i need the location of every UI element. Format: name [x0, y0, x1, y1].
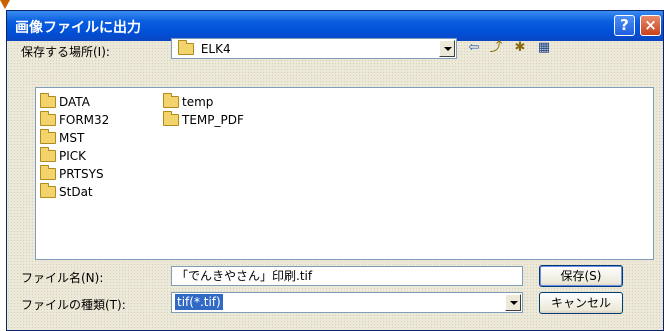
folder-icon: [40, 93, 56, 108]
folder-icon: [40, 165, 56, 180]
list-item[interactable]: TEMP_PDF: [163, 111, 244, 128]
corner-marker: [0, 0, 10, 9]
filename-label: ファイル名(N):: [21, 271, 104, 285]
location-combo[interactable]: ELK4: [171, 38, 457, 59]
list-item[interactable]: temp: [163, 93, 213, 110]
folder-icon: [163, 111, 179, 126]
up-folder-icon[interactable]: ⤴: [487, 40, 505, 56]
save-dialog: 画像ファイルに出力 ? × 保存する場所(I): ELK4 ⇦ ⤴ ✱ ▦ DA…: [6, 10, 664, 331]
filetype-select[interactable]: tif(*.tif): [171, 292, 523, 313]
filetype-dropdown-arrow[interactable]: [505, 294, 521, 311]
list-item[interactable]: PICK: [40, 147, 86, 164]
close-button[interactable]: ×: [640, 15, 661, 36]
folder-icon: [40, 129, 56, 144]
folder-icon: [40, 183, 56, 198]
help-button[interactable]: ?: [614, 15, 635, 36]
list-item[interactable]: MST: [40, 129, 84, 146]
location-dropdown-arrow[interactable]: [439, 40, 455, 57]
location-value: ELK4: [200, 42, 231, 56]
cancel-button[interactable]: キャンセル: [539, 292, 623, 314]
list-item[interactable]: DATA: [40, 93, 90, 110]
list-item[interactable]: PRTSYS: [40, 165, 104, 182]
filetype-value: tif(*.tif): [175, 294, 223, 310]
folder-icon: [40, 111, 56, 126]
location-label: 保存する場所(I):: [21, 45, 110, 59]
filetype-label: ファイルの種類(T):: [21, 298, 126, 312]
back-icon[interactable]: ⇦: [465, 40, 483, 56]
folder-icon: [178, 40, 194, 55]
title-bar[interactable]: 画像ファイルに出力 ? ×: [7, 11, 663, 41]
folder-icon: [40, 147, 56, 162]
file-list[interactable]: DATA FORM32 MST PICK PRTSYS StDat temp T…: [35, 87, 654, 260]
list-item[interactable]: FORM32: [40, 111, 109, 128]
new-folder-icon[interactable]: ✱: [511, 40, 529, 56]
save-button[interactable]: 保存(S): [539, 265, 623, 287]
dialog-title: 画像ファイルに出力: [15, 20, 141, 36]
view-menu-icon[interactable]: ▦: [535, 40, 553, 56]
folder-icon: [163, 93, 179, 108]
filename-field[interactable]: 「でんきやさん」印刷.tif: [171, 266, 523, 286]
list-item[interactable]: StDat: [40, 183, 93, 200]
